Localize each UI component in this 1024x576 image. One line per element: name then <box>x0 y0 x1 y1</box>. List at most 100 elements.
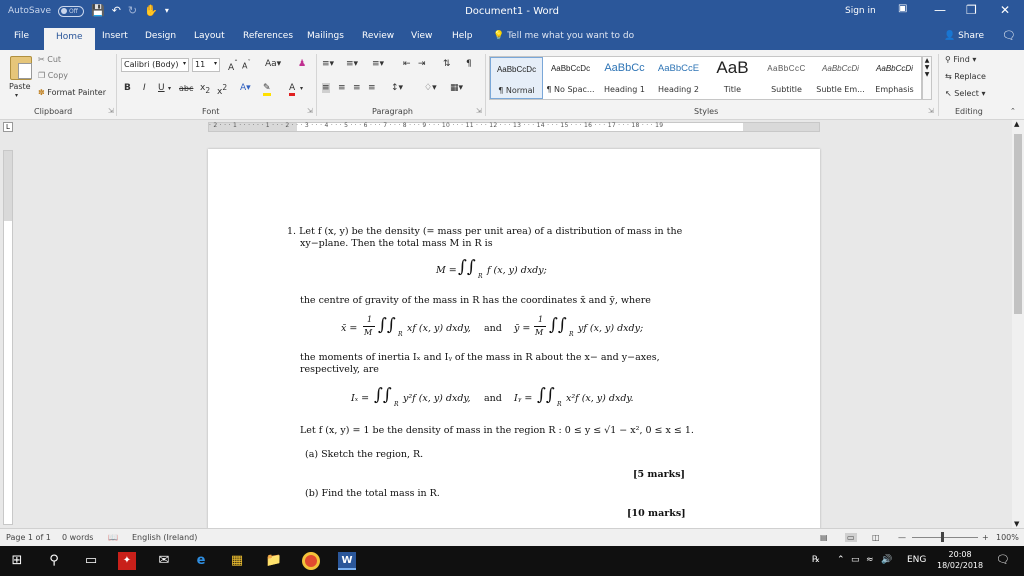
paste-dropdown-icon[interactable]: ▾ <box>15 92 18 99</box>
clock[interactable]: 20:08 18/02/2018 <box>937 549 983 571</box>
chevron-up-icon[interactable]: ▲ <box>925 57 930 64</box>
font-family-dropdown-icon[interactable]: ▾ <box>183 60 186 67</box>
show-formatting-marks-icon[interactable]: ¶ <box>466 59 472 69</box>
vertical-ruler[interactable] <box>3 150 13 525</box>
style-heading-1[interactable]: AaBbCc Heading 1 <box>598 57 651 99</box>
underline-icon[interactable]: U <box>158 83 165 93</box>
styles-gallery-scroll[interactable]: ▲ ▼ ▼ <box>922 56 932 100</box>
highlight-icon[interactable]: ✎ <box>263 83 271 96</box>
zoom-out-icon[interactable]: — <box>898 533 906 542</box>
tab-layout[interactable]: Layout <box>194 31 225 41</box>
tab-file[interactable]: File <box>14 31 29 41</box>
tell-me-search[interactable]: 💡 Tell me what you want to do <box>493 31 634 41</box>
file-explorer-icon[interactable]: 📁 <box>265 552 283 570</box>
proofing-icon[interactable]: 📖 <box>108 533 118 542</box>
shrink-font-icon[interactable]: Aˇ <box>242 59 251 71</box>
comments-icon[interactable]: 🗨 <box>1002 29 1016 42</box>
font-color-dropdown-icon[interactable]: ▾ <box>300 85 303 92</box>
store-icon[interactable]: ▦ <box>228 552 246 570</box>
text-effects-icon[interactable]: A▾ <box>240 83 251 93</box>
multilevel-list-icon[interactable]: ≡▾ <box>372 59 384 69</box>
minimize-icon[interactable]: — <box>934 3 946 17</box>
superscript-icon[interactable]: x2 <box>217 83 227 97</box>
replace-button[interactable]: ⇆ Replace <box>945 72 986 81</box>
clear-formatting-icon[interactable]: ♟ <box>298 59 306 69</box>
search-icon[interactable]: ⚲ <box>45 552 63 570</box>
volume-icon[interactable]: 🔊 <box>881 555 892 565</box>
strikethrough-icon[interactable]: abc <box>179 84 193 93</box>
shading-icon[interactable]: ♢▾ <box>424 83 437 93</box>
mail-icon[interactable]: ✉ <box>155 552 173 570</box>
select-button[interactable]: ↖ Select ▾ <box>945 89 986 98</box>
chevron-down-icon[interactable]: ▼ <box>925 64 930 71</box>
align-left-icon[interactable]: ≡ <box>322 83 330 93</box>
style-subtitle[interactable]: AaBbCcC Subtitle <box>760 57 813 99</box>
scrollbar-thumb[interactable] <box>1014 134 1022 314</box>
style-title[interactable]: AaB Title <box>706 57 759 99</box>
font-family-input[interactable]: Calibri (Body) ▾ <box>121 58 189 72</box>
scroll-down-icon[interactable]: ▼ <box>1014 520 1019 528</box>
bullets-icon[interactable]: ≡▾ <box>322 59 334 69</box>
scroll-up-icon[interactable]: ▲ <box>1014 120 1019 128</box>
paragraph-launcher-icon[interactable]: ⇲ <box>476 107 482 115</box>
align-right-icon[interactable]: ≡ <box>353 83 361 93</box>
zoom-level[interactable]: 100% <box>996 533 1019 542</box>
input-language[interactable]: ENG <box>907 555 926 565</box>
tab-mailings[interactable]: Mailings <box>307 31 344 41</box>
document-page[interactable]: 1. Let f (x, y) be the density (= mass p… <box>208 149 820 529</box>
tab-selector[interactable]: L <box>3 122 13 132</box>
chrome-icon[interactable] <box>302 552 320 570</box>
zoom-slider[interactable] <box>912 537 978 538</box>
style-subtle-emphasis[interactable]: AaBbCcDi Subtle Em... <box>814 57 867 99</box>
more-styles-icon[interactable]: ▼ <box>925 71 930 78</box>
tab-help[interactable]: Help <box>452 31 473 41</box>
windows-start-icon[interactable]: ⊞ <box>8 552 26 570</box>
restore-icon[interactable]: ❐ <box>966 3 977 17</box>
tab-design[interactable]: Design <box>145 31 176 41</box>
people-icon[interactable]: ℞ <box>812 555 820 565</box>
collapse-ribbon-icon[interactable]: ⌃ <box>1010 107 1016 115</box>
line-spacing-icon[interactable]: ↕▾ <box>391 83 403 93</box>
word-icon[interactable]: W <box>338 552 356 570</box>
share-button[interactable]: 👤 Share <box>944 31 984 41</box>
horizontal-ruler[interactable]: · 2 · · · 1 · · · · · · 1 · · · 2 · · · … <box>208 122 820 132</box>
language-status[interactable]: English (Ireland) <box>132 533 197 542</box>
styles-launcher-icon[interactable]: ⇲ <box>928 107 934 115</box>
vertical-scrollbar[interactable]: ▲ ▼ <box>1012 120 1024 528</box>
find-button[interactable]: ⚲ Find ▾ <box>945 55 976 64</box>
style-normal[interactable]: AaBbCcDc ¶ Normal <box>490 57 543 99</box>
tab-home[interactable]: Home <box>44 28 95 50</box>
copy-button[interactable]: ❐ Copy <box>38 71 68 80</box>
edge-icon[interactable]: e <box>192 552 210 570</box>
italic-icon[interactable]: I <box>143 83 146 93</box>
font-size-dropdown-icon[interactable]: ▾ <box>214 60 217 67</box>
word-count[interactable]: 0 words <box>62 533 93 542</box>
align-center-icon[interactable]: ≡ <box>338 83 346 93</box>
bold-icon[interactable]: B <box>124 83 131 93</box>
style-heading-2[interactable]: AaBbCcE Heading 2 <box>652 57 705 99</box>
battery-icon[interactable]: ▭ <box>851 555 860 565</box>
cut-button[interactable]: ✂ Cut <box>38 55 61 64</box>
sort-icon[interactable]: ⇅ <box>443 59 451 69</box>
paste-label[interactable]: Paste <box>9 82 31 91</box>
tab-review[interactable]: Review <box>362 31 394 41</box>
font-size-input[interactable]: 11 ▾ <box>192 58 220 72</box>
font-color-icon[interactable]: A <box>289 83 296 96</box>
notifications-icon[interactable]: 🗨 <box>996 553 1010 566</box>
grow-font-icon[interactable]: Aˆ <box>228 59 238 73</box>
tab-insert[interactable]: Insert <box>102 31 128 41</box>
read-mode-icon[interactable]: ▤ <box>820 533 828 542</box>
paste-icon[interactable] <box>10 56 32 80</box>
zoom-slider-thumb[interactable] <box>941 532 944 542</box>
web-layout-icon[interactable]: ◫ <box>872 533 880 542</box>
close-icon[interactable]: ✕ <box>1000 3 1010 17</box>
change-case-icon[interactable]: Aa▾ <box>265 59 281 69</box>
clipboard-launcher-icon[interactable]: ⇲ <box>108 107 114 115</box>
page-count[interactable]: Page 1 of 1 <box>6 533 51 542</box>
increase-indent-icon[interactable]: ⇥ <box>418 59 426 69</box>
tab-view[interactable]: View <box>411 31 432 41</box>
format-painter-button[interactable]: ✽ Format Painter <box>38 88 106 97</box>
justify-icon[interactable]: ≡ <box>368 83 376 93</box>
borders-icon[interactable]: ▦▾ <box>450 83 463 93</box>
style-emphasis[interactable]: AaBbCcDi Emphasis <box>868 57 921 99</box>
